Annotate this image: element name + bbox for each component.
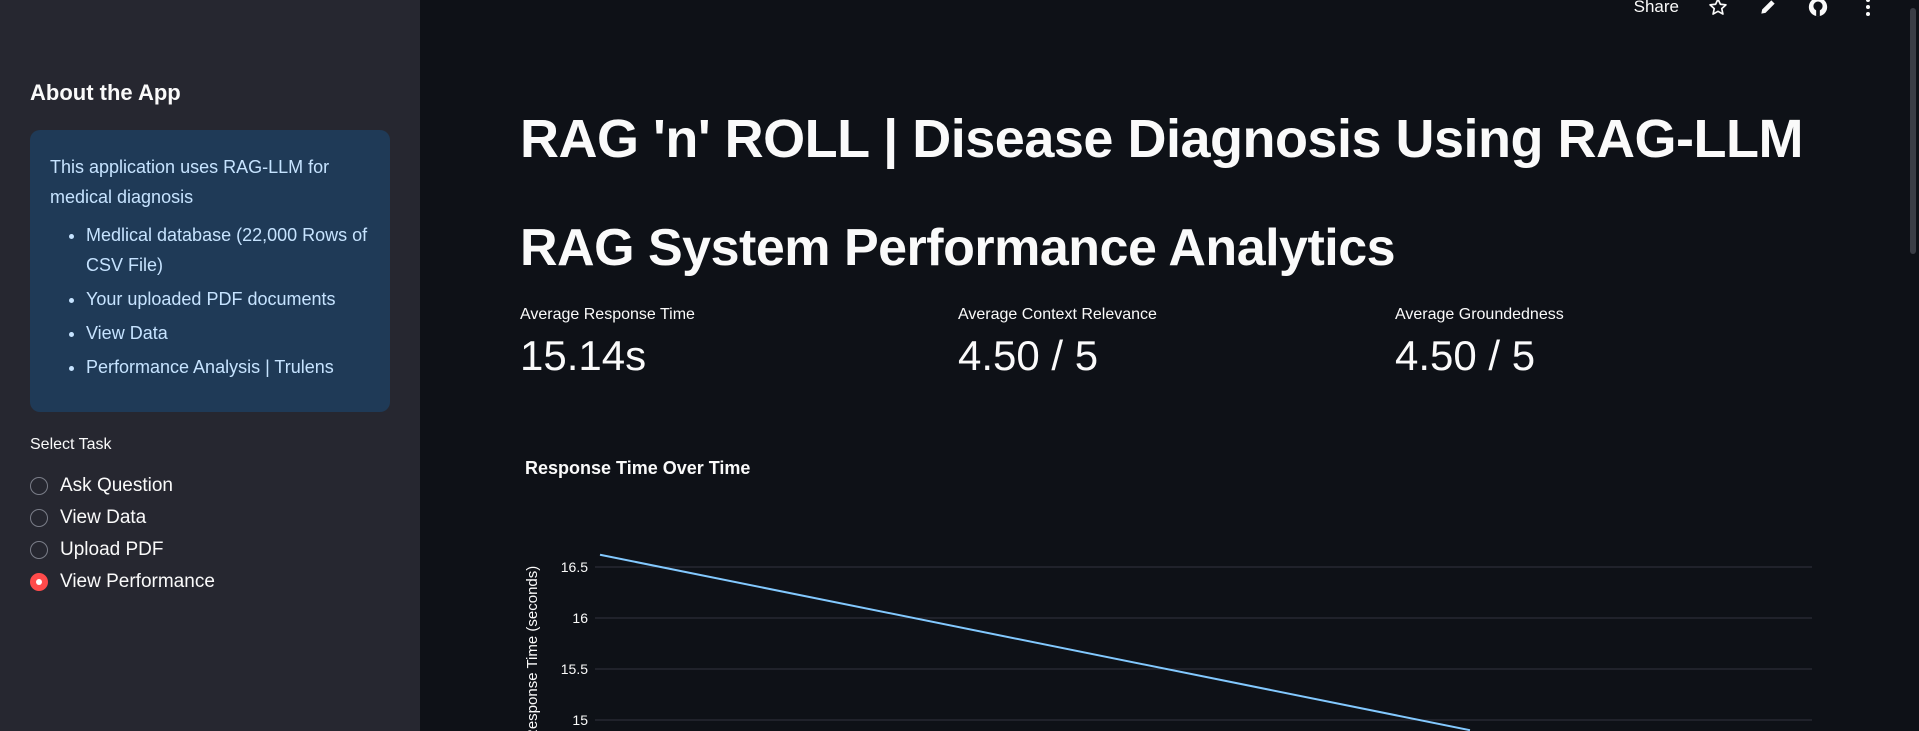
pencil-icon[interactable] xyxy=(1757,0,1779,18)
github-icon[interactable] xyxy=(1807,0,1829,18)
section-title: RAG System Performance Analytics xyxy=(520,219,1396,277)
radio-label: View Data xyxy=(60,507,147,528)
y-tick-label: 16.5 xyxy=(561,559,588,575)
more-vert-icon[interactable] xyxy=(1857,0,1879,18)
radio-label: View Performance xyxy=(60,571,215,592)
info-list: Medlical database (22,000 Rows of CSV Fi… xyxy=(50,220,370,382)
share-button[interactable]: Share xyxy=(1634,0,1679,17)
select-task-label: Select Task xyxy=(30,436,112,453)
series-line[interactable] xyxy=(599,553,1471,731)
y-tick-label: 15.5 xyxy=(561,661,588,677)
chart-title: Response Time Over Time xyxy=(525,458,751,478)
radio-label: Ask Question xyxy=(60,475,173,496)
task-radio-group: Ask Question View Data Upload PDF View P… xyxy=(30,470,215,598)
radio-unchecked-icon[interactable] xyxy=(30,509,48,527)
y-tick-label: 15 xyxy=(572,712,588,728)
task-view-performance[interactable]: View Performance xyxy=(30,566,215,598)
star-icon[interactable] xyxy=(1707,0,1729,18)
metric-value: 4.50 / 5 xyxy=(1395,332,1536,379)
y-axis-label: Response Time (seconds) xyxy=(524,566,541,731)
top-toolbar: Share xyxy=(1634,0,1879,18)
radio-unchecked-icon[interactable] xyxy=(30,541,48,559)
metric-label: Average Response Time xyxy=(520,306,695,323)
metric-value: 15.14s xyxy=(520,332,647,379)
y-tick-label: 16 xyxy=(572,610,588,626)
response-time-chart[interactable]: 16.5 16 15.5 15 Response Time (seconds) xyxy=(510,520,1820,731)
sidebar: About the App This application uses RAG-… xyxy=(0,0,420,731)
radio-unchecked-icon[interactable] xyxy=(30,477,48,495)
radio-label: Upload PDF xyxy=(60,539,164,560)
scrollbar-thumb[interactable] xyxy=(1910,8,1916,254)
metric-response-time: Average Response Time 15.14s xyxy=(520,306,695,380)
task-ask-question[interactable]: Ask Question xyxy=(30,470,215,502)
metric-context-relevance: Average Context Relevance 4.50 / 5 xyxy=(958,306,1157,380)
metric-label: Average Groundedness xyxy=(1395,306,1564,323)
metric-label: Average Context Relevance xyxy=(958,306,1157,323)
page-title: RAG 'n' ROLL | Disease Diagnosis Using R… xyxy=(520,109,1803,169)
task-upload-pdf[interactable]: Upload PDF xyxy=(30,534,215,566)
metric-groundedness: Average Groundedness 4.50 / 5 xyxy=(1395,306,1564,380)
info-item: Medlical database (22,000 Rows of CSV Fi… xyxy=(86,220,370,280)
info-intro: This application uses RAG-LLM for medica… xyxy=(50,157,330,207)
scrollbar[interactable] xyxy=(1905,0,1919,731)
info-box: This application uses RAG-LLM for medica… xyxy=(30,130,390,412)
info-item: View Data xyxy=(86,318,370,348)
info-item: Your uploaded PDF documents xyxy=(86,284,370,314)
task-view-data[interactable]: View Data xyxy=(30,502,215,534)
radio-checked-icon[interactable] xyxy=(30,573,48,591)
sidebar-title: About the App xyxy=(30,80,181,105)
info-item: Performance Analysis | Trulens xyxy=(86,352,370,382)
metric-value: 4.50 / 5 xyxy=(958,332,1099,379)
